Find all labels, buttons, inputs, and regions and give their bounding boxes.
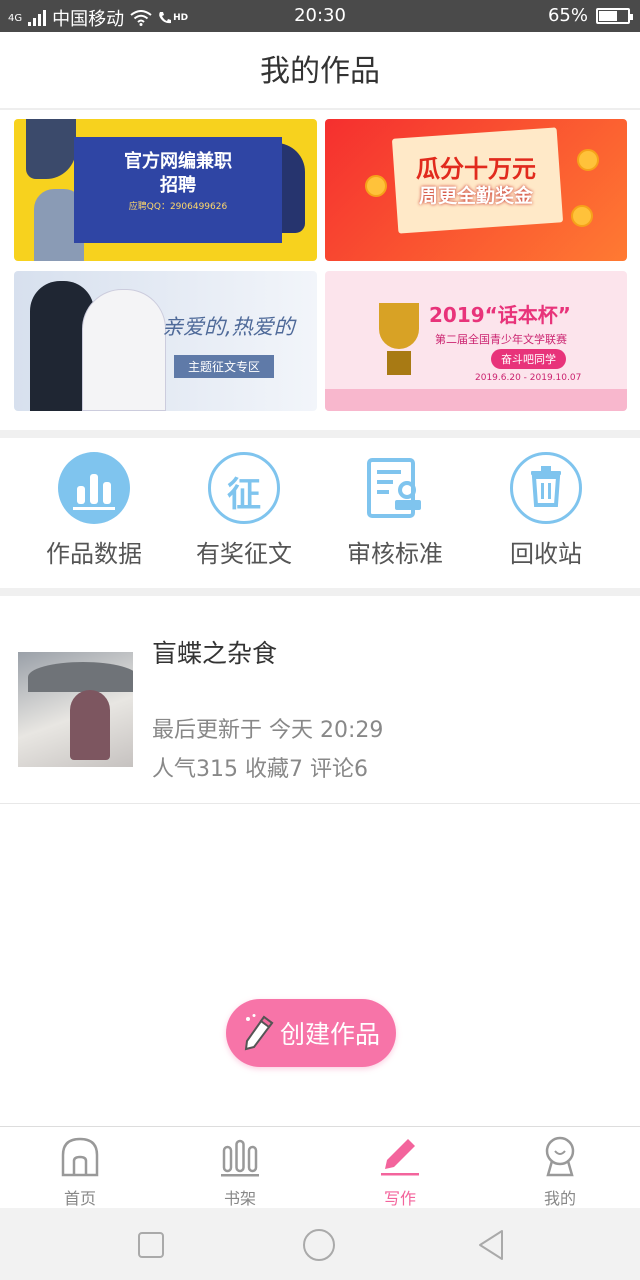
bar-chart-icon [58, 452, 130, 524]
section-divider [0, 588, 640, 596]
banner-bonus[interactable]: 瓜分十万元 周更全勤奖金 [325, 119, 627, 261]
tab-home[interactable]: 首页 [0, 1127, 160, 1209]
menu-item-contest[interactable]: 征 有奖征文 [164, 452, 324, 569]
battery-percent: 65% [547, 5, 588, 26]
trophy-icon [379, 303, 419, 349]
work-list-item[interactable]: 盲蝶之杂食 最后更新于 今天 20:29 人气315 收藏7 评论6 [0, 596, 640, 804]
person-illustration [26, 119, 76, 179]
profile-icon [545, 1136, 575, 1177]
create-work-label: 创建作品 [279, 1020, 380, 1049]
clock: 20:30 [294, 5, 346, 26]
banner-subtitle: 第二届全国青少年文学联赛 [435, 333, 567, 346]
tab-label: 写作 [383, 1189, 416, 1208]
banner-tag: 主题征文专区 [174, 355, 275, 378]
tab-bookshelf[interactable]: 书架 [160, 1127, 320, 1209]
menu-item-label: 有奖征文 [196, 540, 292, 568]
home-icon [61, 1137, 99, 1177]
back-icon[interactable] [476, 1228, 506, 1262]
banner-youth-contest[interactable]: 2019“话本杯” 第二届全国青少年文学联赛 奋斗吧同学 2019.6.20 -… [325, 271, 627, 411]
bottom-tab-bar: 首页 书架 写作 我的 [0, 1126, 640, 1208]
home-nav-icon[interactable] [302, 1228, 336, 1262]
tab-label: 首页 [63, 1189, 96, 1208]
menu-item-work-data[interactable]: 作品数据 [14, 452, 174, 569]
trash-icon [510, 452, 582, 524]
bookshelf-icon [221, 1139, 259, 1177]
quick-menu: 作品数据 征 有奖征文 审核标准 回收站 [0, 438, 640, 588]
banner-grid: 官方网编兼职 招聘 应聘QQ：2906499626 瓜分十万元 周更全勤奖金 亲… [0, 110, 640, 430]
work-stats: 人气315 收藏7 评论6 [152, 757, 368, 782]
pen-icon [381, 1139, 419, 1176]
banner-subtitle: 招聘 [160, 175, 196, 196]
tab-label: 书架 [223, 1189, 256, 1208]
system-nav-bar [0, 1208, 640, 1280]
menu-item-review-standard[interactable]: 审核标准 [315, 452, 475, 569]
banner-title: 瓜分十万元 [416, 155, 536, 183]
status-bar: 4G 中国移动 HD 20:30 65% [0, 0, 640, 32]
contest-glyph: 征 [227, 475, 261, 515]
page-title: 我的作品 [260, 54, 380, 89]
pencil-icon [244, 1014, 274, 1051]
menu-item-recycle-bin[interactable]: 回收站 [466, 452, 626, 569]
banner-subtitle: 周更全勤奖金 [418, 185, 533, 207]
create-work-button[interactable]: 创建作品 [226, 999, 396, 1067]
coin-icon [571, 205, 593, 227]
banner-title: 官方网编兼职 [124, 151, 232, 172]
menu-item-label: 作品数据 [46, 540, 142, 568]
title-bar: 我的作品 [0, 32, 640, 110]
work-cover-image[interactable] [18, 652, 133, 767]
menu-item-label: 审核标准 [347, 540, 443, 568]
banner-date: 2019.6.20 - 2019.10.07 [475, 373, 582, 383]
tab-label: 我的 [543, 1189, 576, 1208]
work-updated: 最后更新于 今天 20:29 [152, 718, 384, 743]
battery-icon [596, 7, 633, 24]
tab-profile[interactable]: 我的 [480, 1127, 640, 1209]
banner-recruitment[interactable]: 官方网编兼职 招聘 应聘QQ：2906499626 [14, 119, 317, 261]
person-photo [82, 289, 166, 411]
review-standard-icon [359, 452, 431, 524]
banner-detail: 应聘QQ：2906499626 [128, 202, 228, 212]
banner-title: 2019“话本杯” [429, 303, 571, 327]
tab-writing[interactable]: 写作 [320, 1127, 480, 1209]
banner-badge: 奋斗吧同学 [491, 349, 566, 369]
contest-icon: 征 [208, 452, 280, 524]
menu-item-label: 回收站 [510, 540, 582, 568]
section-divider [0, 430, 640, 438]
recent-apps-icon[interactable] [137, 1231, 165, 1259]
banner-title: 亲爱的,热爱的 [162, 315, 295, 339]
work-title: 盲蝶之杂食 [152, 639, 278, 668]
banner-theme-contest[interactable]: 亲爱的,热爱的 主题征文专区 [14, 271, 317, 411]
